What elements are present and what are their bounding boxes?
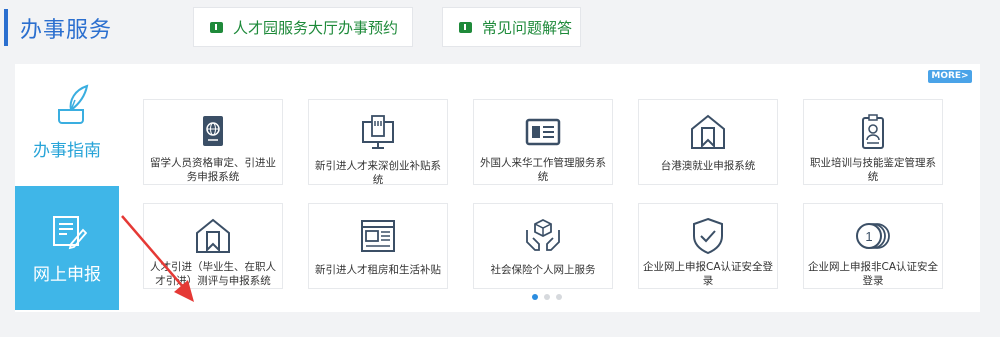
house-bookmark-icon: [691, 114, 725, 149]
svg-text:1: 1: [865, 229, 872, 244]
card-label: 新引进人才租房和生活补贴: [315, 264, 441, 276]
faq-link[interactable]: 常见问题解答: [442, 7, 581, 47]
card-talent-introduction[interactable]: 人才引进（毕业生、在职人才引进）测评与申报系统: [143, 203, 283, 289]
card-label: 企业网上申报CA认证安全登录: [643, 261, 774, 287]
card-label: 留学人员资格审定、引进业务申报系统: [150, 157, 276, 183]
card-social-insurance[interactable]: 社会保险个人网上服务: [473, 203, 613, 289]
card-foreigner-work[interactable]: 外国人来华工作管理服务系统: [473, 99, 613, 185]
card-non-ca-login[interactable]: 1 企业网上申报非CA认证安全登录: [803, 203, 943, 289]
card-label: 职业培训与技能鉴定管理系统: [810, 157, 936, 183]
card-overseas-students[interactable]: 留学人员资格审定、引进业务申报系统: [143, 99, 283, 185]
pagination-dot[interactable]: [532, 294, 538, 300]
faq-link-label: 常见问题解答: [482, 18, 573, 37]
badge-icon: [862, 114, 884, 149]
card-label: 新引进人才来深创业补贴系统: [315, 160, 441, 186]
card-label: 社会保险个人网上服务: [490, 264, 596, 276]
more-button[interactable]: MORE>: [928, 70, 972, 83]
card-ca-login[interactable]: 企业网上申报CA认证安全登录: [638, 203, 778, 289]
appointment-link-label: 人才园服务大厅办事预约: [233, 18, 399, 37]
section-header: 办事服务 人才园服务大厅办事预约 常见问题解答: [0, 0, 1000, 60]
monitor-building-icon: [362, 115, 394, 149]
card-label: 人才引进（毕业生、在职人才引进）测评与申报系统: [150, 261, 276, 287]
tab-guide[interactable]: 办事指南: [15, 64, 119, 185]
card-startup-subsidy[interactable]: 新引进人才来深创业补贴系统: [308, 99, 448, 186]
tab-online-label: 网上申报: [33, 265, 101, 285]
pagination-dot[interactable]: [556, 294, 562, 300]
card-label: 外国人来华工作管理服务系统: [480, 157, 606, 183]
carousel-pagination: [532, 294, 562, 300]
pagination-dot[interactable]: [544, 294, 550, 300]
flag-icon: [459, 21, 472, 33]
card-vocational-training[interactable]: 职业培训与技能鉴定管理系统: [803, 99, 943, 185]
card-label: 台港澳就业申报系统: [660, 160, 756, 172]
quill-pen-icon: [58, 84, 89, 124]
title-accent-bar: [4, 9, 8, 46]
house-bookmark-icon: [196, 218, 230, 253]
flag-icon: [210, 21, 223, 33]
id-card-icon: [525, 118, 561, 146]
hands-box-icon: [526, 218, 560, 251]
card-rent-subsidy[interactable]: 新引进人才租房和生活补贴: [308, 203, 448, 289]
card-hk-macau-taiwan[interactable]: 台港澳就业申报系统: [638, 99, 778, 185]
shield-check-icon: [693, 217, 723, 255]
tab-guide-label: 办事指南: [33, 141, 101, 161]
card-label: 企业网上申报非CA认证安全登录: [808, 261, 939, 287]
passport-icon: [203, 116, 223, 146]
tab-online[interactable]: 网上申报: [15, 186, 119, 310]
section-title: 办事服务: [20, 18, 113, 43]
document-edit-icon: [53, 216, 87, 250]
appointment-link[interactable]: 人才园服务大厅办事预约: [193, 7, 413, 47]
coins-icon: 1: [856, 223, 890, 249]
service-panel: MORE> 办事指南 网上申报 留学人员资格审定、引进业务申报系统 新引进人才来…: [15, 64, 980, 312]
window-layout-icon: [361, 220, 395, 252]
